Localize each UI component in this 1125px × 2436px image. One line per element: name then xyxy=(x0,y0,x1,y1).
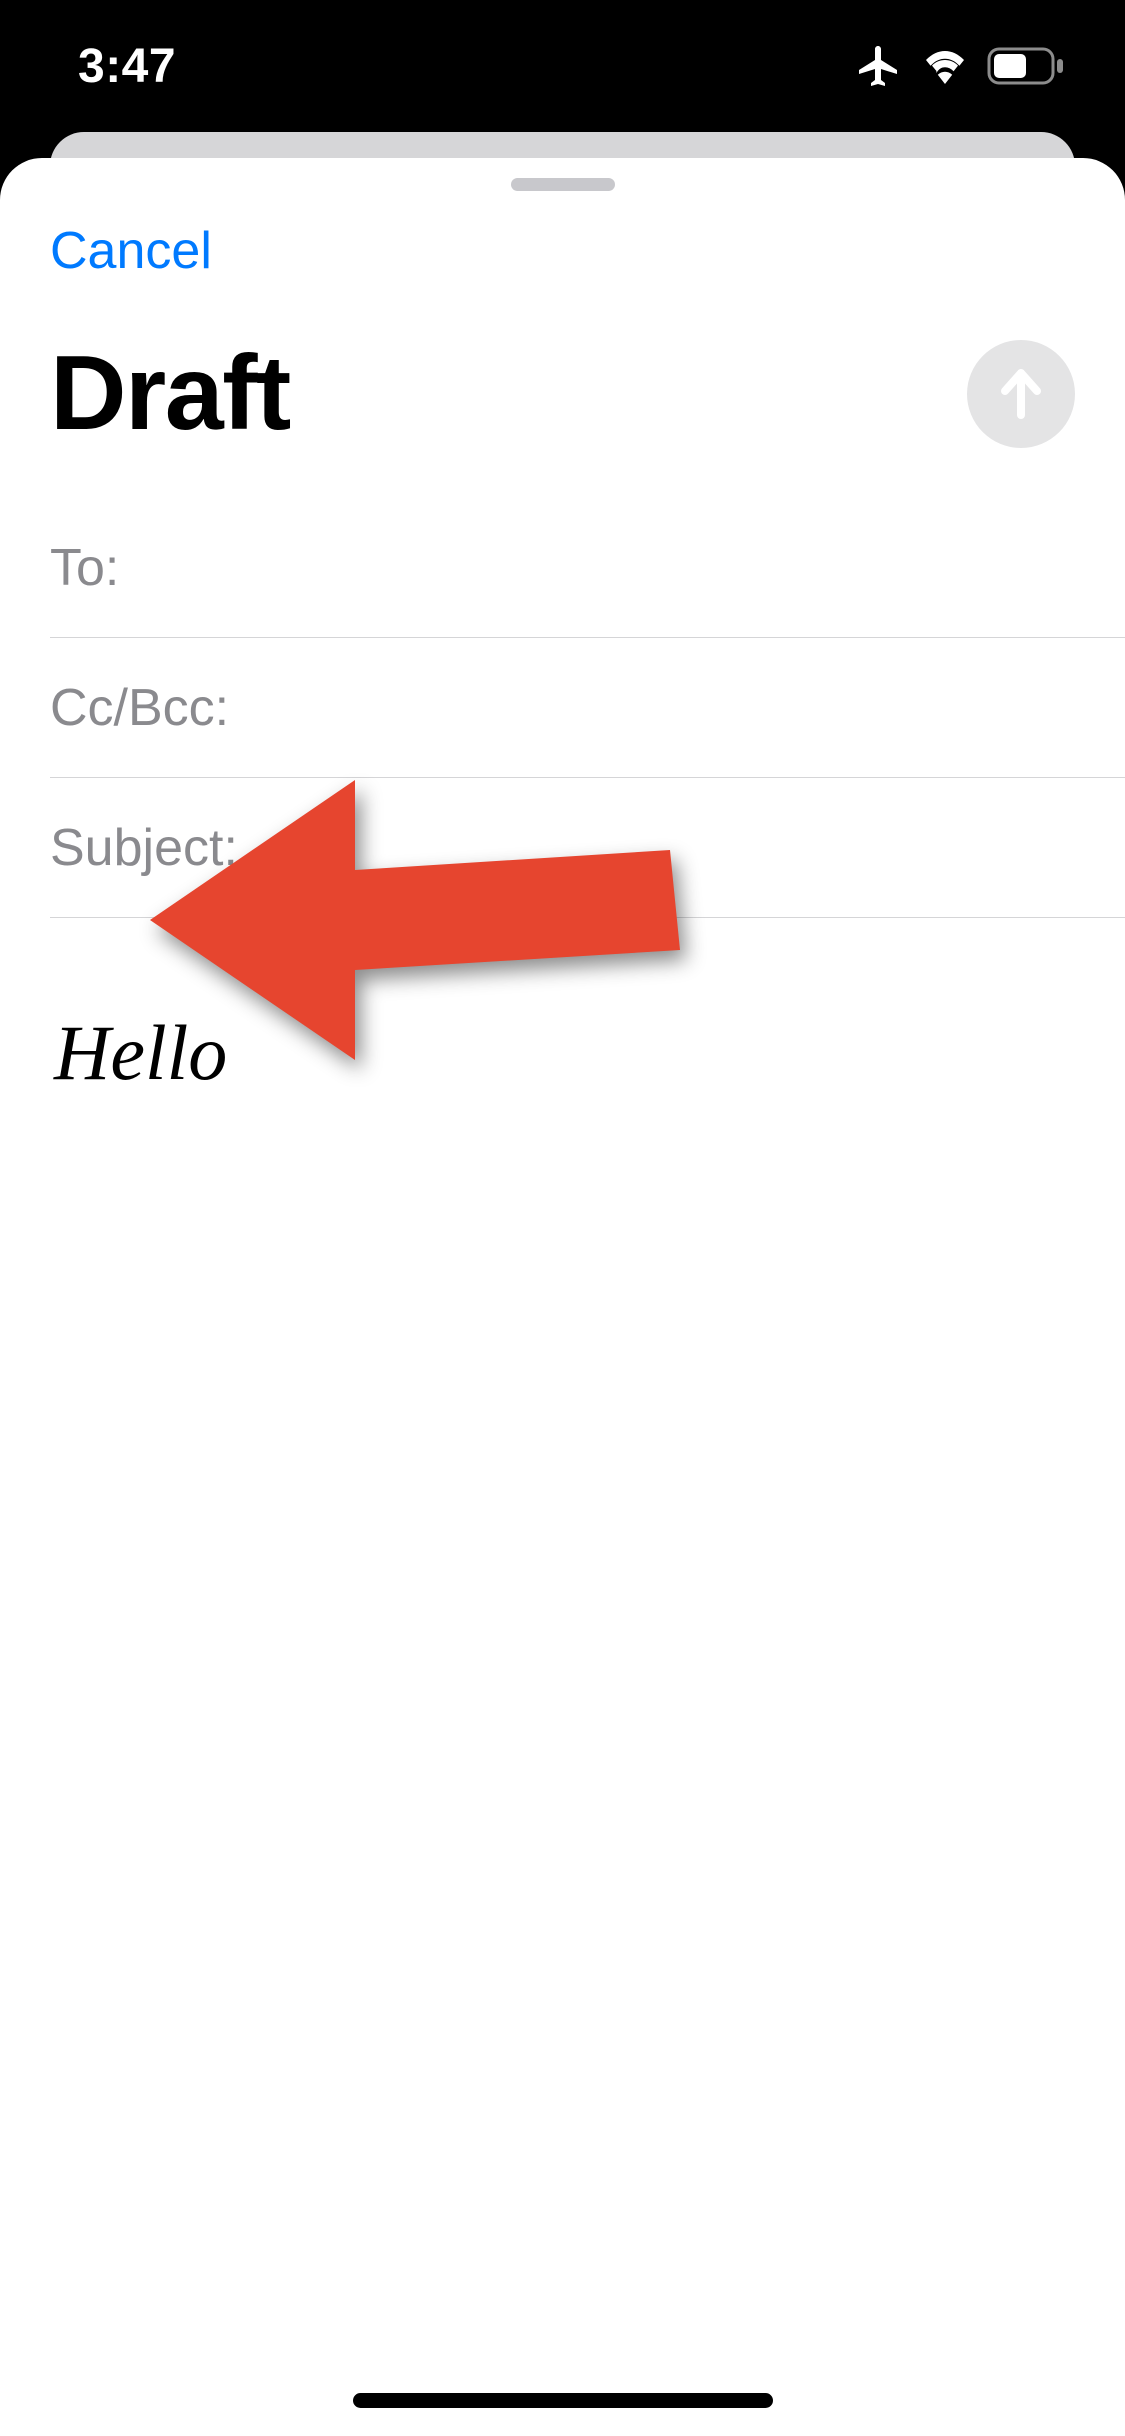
arrow-up-icon xyxy=(995,363,1047,424)
status-bar: 3:47 xyxy=(0,0,1125,132)
airplane-mode-icon xyxy=(855,42,903,90)
subject-input[interactable] xyxy=(238,818,1075,878)
nav-row: Cancel xyxy=(0,191,1125,311)
to-field-row[interactable]: To: xyxy=(50,498,1125,638)
subject-label: Subject: xyxy=(50,818,238,878)
cancel-button[interactable]: Cancel xyxy=(50,221,212,281)
subject-field-row[interactable]: Subject: xyxy=(50,778,1125,918)
sheet-grabber[interactable] xyxy=(511,178,615,191)
home-indicator[interactable] xyxy=(353,2393,773,2408)
wifi-icon xyxy=(921,46,969,86)
battery-icon xyxy=(987,47,1065,85)
ccbcc-input[interactable] xyxy=(229,678,1075,738)
title-row: Draft xyxy=(0,311,1125,498)
status-icons xyxy=(855,42,1065,90)
to-input[interactable] xyxy=(119,538,1075,598)
compose-sheet: Cancel Draft To: Cc/Bcc: Subject: Hello xyxy=(0,158,1125,2436)
send-button[interactable] xyxy=(967,340,1075,448)
ccbcc-label: Cc/Bcc: xyxy=(50,678,229,738)
status-time: 3:47 xyxy=(78,39,176,94)
body-textarea[interactable]: Hello xyxy=(0,918,1125,2118)
compose-title: Draft xyxy=(50,333,290,454)
ccbcc-field-row[interactable]: Cc/Bcc: xyxy=(50,638,1125,778)
to-label: To: xyxy=(50,538,119,598)
